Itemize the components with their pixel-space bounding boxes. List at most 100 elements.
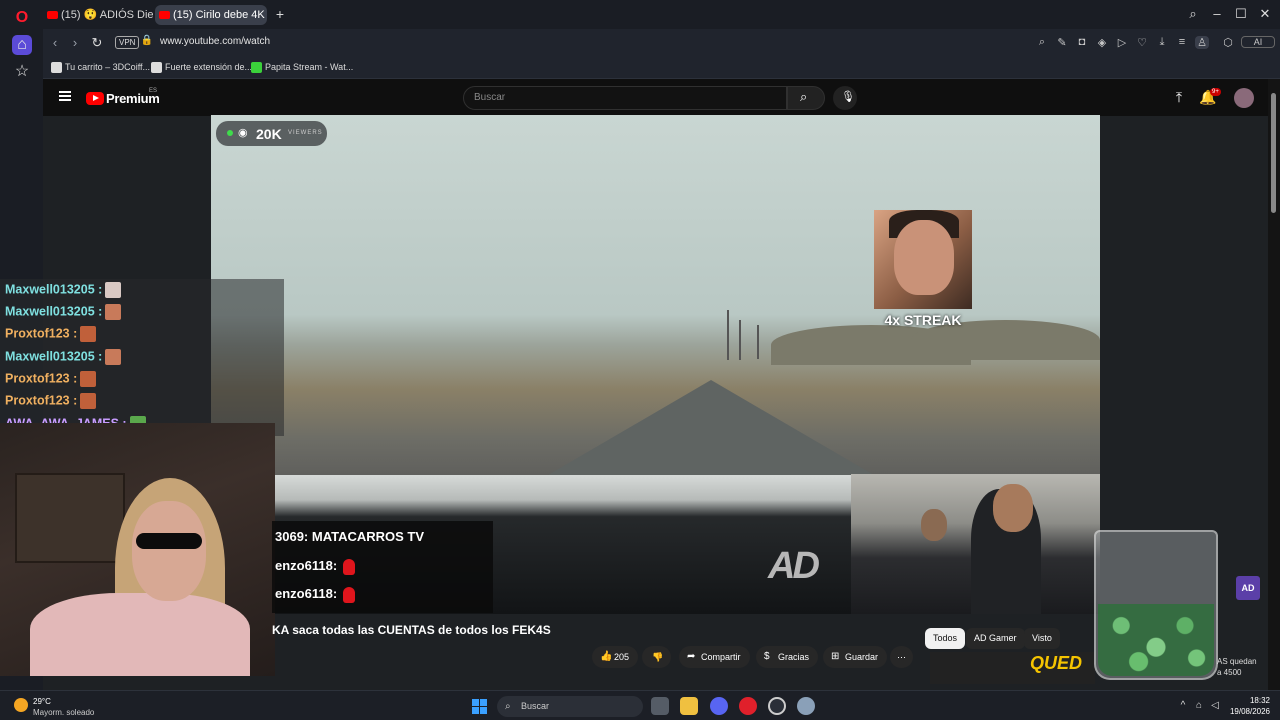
- mic-icon: 🎙: [841, 91, 855, 103]
- thanks-button[interactable]: $ Gracias: [756, 646, 819, 668]
- tab-cirilo[interactable]: (15) Cirilo debe 4K al: [155, 5, 267, 25]
- vpn-badge[interactable]: VPN: [115, 36, 140, 49]
- passenger-head: [921, 509, 947, 541]
- new-tab-button[interactable]: +: [273, 7, 287, 21]
- emote-icon: [80, 326, 97, 342]
- youtube-logo-icon[interactable]: [86, 92, 104, 105]
- clock-time[interactable]: 18:32: [1226, 696, 1270, 705]
- chevron-up-icon[interactable]: ^: [1176, 700, 1190, 711]
- network-icon[interactable]: ⌂: [1192, 700, 1206, 711]
- avatar[interactable]: [1234, 88, 1254, 108]
- upload-icon[interactable]: ⤒: [1170, 89, 1188, 106]
- chip-todos[interactable]: Todos: [925, 628, 966, 649]
- more-button[interactable]: ⋯: [890, 646, 913, 668]
- live-dot: [227, 130, 233, 136]
- chat-message: enzo6118:: [275, 558, 356, 575]
- search-input[interactable]: Buscar: [463, 86, 787, 110]
- close-button[interactable]: ✕: [1257, 6, 1273, 22]
- save-button[interactable]: ⊞ Guardar: [823, 646, 888, 668]
- chat-text: 3069: MATACARROS TV: [275, 529, 425, 544]
- chat-message: Proxtof123 :: [5, 393, 97, 413]
- play-icon[interactable]: ▷: [1115, 36, 1129, 49]
- voice-search-button[interactable]: 🎙: [833, 86, 857, 110]
- emote-icon: [105, 349, 122, 365]
- windows-start-icon[interactable]: [472, 699, 487, 714]
- forward-button[interactable]: ›: [67, 35, 83, 50]
- bookmark-label: Tu carrito – 3DCoiff...: [65, 62, 151, 72]
- bookmark-favicon-icon: [251, 62, 262, 73]
- chat-username: Proxtof123 :: [5, 393, 78, 408]
- download-icon[interactable]: ⤓: [1155, 36, 1169, 49]
- viewer-label: VIEWERS: [288, 130, 323, 136]
- menu-icon[interactable]: ≡: [1175, 36, 1189, 48]
- opera-logo-icon[interactable]: O: [12, 8, 32, 28]
- star-icon[interactable]: ☆: [12, 62, 32, 82]
- menu-icon[interactable]: [59, 91, 71, 101]
- bookmark-favicon-icon: [151, 62, 162, 73]
- shield-icon[interactable]: ◈: [1095, 36, 1109, 49]
- chat-text: enzo6118:: [275, 586, 338, 601]
- page-scrollbar[interactable]: [1268, 79, 1280, 690]
- bookmark-item[interactable]: Papita Stream - Wat...: [251, 62, 353, 73]
- thumbnail-text: QUED: [1030, 653, 1083, 673]
- webcam-shelf: [15, 473, 125, 563]
- opera-icon[interactable]: [739, 697, 757, 715]
- tab-adios[interactable]: (15) 😲 ADIÓS Diealis ¡FE: [43, 5, 153, 25]
- streak-image: [874, 210, 972, 309]
- file-explorer-icon[interactable]: [680, 697, 698, 715]
- search-button[interactable]: ⌕: [787, 86, 825, 110]
- more-icon: ⋯: [897, 652, 906, 662]
- profile-icon[interactable]: ♙: [1195, 36, 1209, 49]
- minimize-button[interactable]: –: [1209, 6, 1225, 21]
- url-field[interactable]: www.youtube.com/watch: [160, 36, 270, 47]
- weather-description[interactable]: Mayorm. soleado: [33, 708, 94, 717]
- power-pole: [757, 325, 759, 359]
- edit-icon[interactable]: ✎: [1055, 36, 1069, 49]
- home-icon[interactable]: ⌂: [12, 35, 32, 55]
- tab-label: (15) 😲 ADIÓS Diealis ¡FE: [61, 9, 153, 21]
- recommended-thumbnail[interactable]: QUED: [930, 652, 1095, 684]
- search-tabs-icon[interactable]: ⌕: [1185, 6, 1201, 22]
- dislike-button[interactable]: 👎: [642, 646, 672, 668]
- tab-bar: (15) 😲 ADIÓS Diealis ¡FE (15) Cirilo deb…: [43, 0, 1280, 29]
- camera-icon[interactable]: ◘: [1075, 36, 1089, 48]
- like-button[interactable]: 👍 205: [592, 646, 639, 668]
- obs-icon[interactable]: [768, 697, 786, 715]
- share-button[interactable]: ➦ Compartir: [679, 646, 750, 668]
- weather-sun-icon[interactable]: [14, 698, 28, 712]
- taskbar-search[interactable]: ⌕ Buscar: [497, 696, 643, 717]
- emote-icon: [105, 304, 122, 320]
- webcam-shirt: [30, 593, 250, 676]
- chat-text: enzo6118:: [275, 558, 338, 573]
- streamer-webcam: [0, 423, 275, 676]
- chip-ad-gamer[interactable]: AD Gamer: [966, 628, 1025, 649]
- reload-button[interactable]: ↻: [89, 35, 105, 51]
- settings-icon[interactable]: [797, 697, 815, 715]
- weather-temperature[interactable]: 29°C: [33, 697, 51, 706]
- bookmark-label: Fuerte extensión de...: [165, 62, 253, 72]
- cube-icon[interactable]: ⬡: [1221, 36, 1235, 49]
- back-button[interactable]: ‹: [47, 35, 63, 50]
- bookmark-item[interactable]: Tu carrito – 3DCoiff...: [51, 62, 151, 73]
- power-pole: [739, 320, 741, 360]
- search-icon[interactable]: ⌕: [1035, 36, 1049, 49]
- like-count: 205: [614, 652, 630, 662]
- heart-icon[interactable]: ♡: [1135, 36, 1149, 49]
- discord-icon[interactable]: [710, 697, 728, 715]
- task-view-icon[interactable]: [651, 697, 669, 715]
- bookmark-icon: ⊞: [831, 651, 840, 662]
- chip-visto[interactable]: Visto: [1024, 628, 1060, 649]
- video-title: KA saca todas las CUENTAS de todos los F…: [272, 623, 551, 637]
- notification-badge: 9+: [1210, 88, 1221, 96]
- ad-badge: AD: [1236, 576, 1260, 600]
- webcam-face: [132, 501, 206, 601]
- lock-icon[interactable]: 🔒: [139, 35, 155, 46]
- ai-button[interactable]: AI: [1241, 36, 1275, 48]
- youtube-header: Premium ES Buscar ⌕ 🎙 ⤒ 🔔 9+: [43, 79, 1268, 116]
- bookmark-item[interactable]: Fuerte extensión de...: [151, 62, 253, 73]
- clock-date[interactable]: 19/08/2026: [1226, 707, 1270, 716]
- country-code: ES: [149, 88, 158, 94]
- volume-icon[interactable]: ◁: [1208, 700, 1222, 711]
- scroll-thumb[interactable]: [1271, 93, 1276, 213]
- maximize-button[interactable]: ☐: [1233, 6, 1249, 22]
